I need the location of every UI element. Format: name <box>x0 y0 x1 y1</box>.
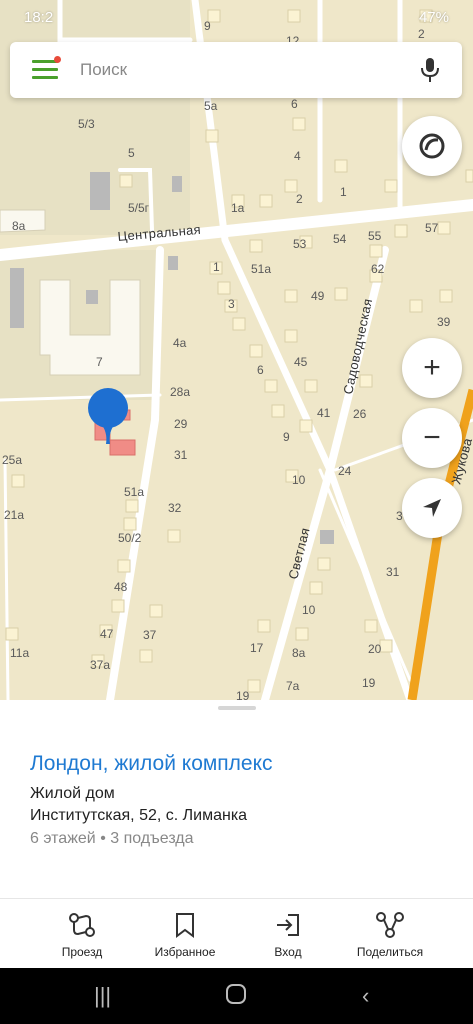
menu-icon[interactable] <box>32 56 61 82</box>
svg-text:57: 57 <box>425 221 439 235</box>
favorites-label: Избранное <box>154 945 216 959</box>
recents-icon[interactable]: ||| <box>94 983 111 1009</box>
favorites-button[interactable]: Избранное <box>130 899 240 969</box>
svg-text:45: 45 <box>294 355 308 369</box>
svg-text:17: 17 <box>250 641 264 655</box>
svg-text:24: 24 <box>338 464 352 478</box>
svg-text:26: 26 <box>353 407 367 421</box>
svg-text:51a: 51a <box>251 262 271 276</box>
back-icon[interactable]: ‹ <box>362 983 369 1009</box>
svg-text:11a: 11a <box>10 646 29 660</box>
entrance-button[interactable]: Вход <box>233 899 343 969</box>
layers-button[interactable] <box>402 116 462 176</box>
svg-text:7: 7 <box>96 355 103 369</box>
my-location-button[interactable] <box>402 478 462 538</box>
svg-text:4a: 4a <box>173 336 187 350</box>
share-label: Поделиться <box>356 945 424 959</box>
status-battery: 47% <box>418 9 449 26</box>
svg-text:47: 47 <box>100 627 114 641</box>
svg-text:41: 41 <box>317 406 331 420</box>
svg-text:51a: 51a <box>124 485 144 499</box>
route-button[interactable]: Проезд <box>27 899 137 969</box>
svg-text:3: 3 <box>228 297 235 311</box>
svg-text:1a: 1a <box>231 201 245 215</box>
svg-text:2: 2 <box>296 192 303 206</box>
svg-text:31: 31 <box>386 565 400 579</box>
svg-text:5: 5 <box>128 146 135 160</box>
svg-text:10: 10 <box>302 603 316 617</box>
place-title[interactable]: Лондон, жилой комплекс <box>30 752 273 776</box>
map-view[interactable]: Центральная Садоводческая Светлая Жукова… <box>0 0 473 700</box>
svg-text:39: 39 <box>437 315 451 329</box>
zoom-out-button[interactable]: − <box>402 408 462 468</box>
svg-text:7a: 7a <box>286 679 300 693</box>
svg-text:48: 48 <box>114 580 128 594</box>
svg-text:5/3: 5/3 <box>78 117 95 131</box>
svg-text:62: 62 <box>371 262 385 276</box>
action-bar: Проезд Избранное Вход Поделиться <box>0 898 473 969</box>
svg-text:10: 10 <box>292 473 306 487</box>
svg-text:49: 49 <box>311 289 325 303</box>
svg-text:5/5г: 5/5г <box>128 201 150 215</box>
bookmark-icon <box>176 913 194 938</box>
svg-text:28a: 28a <box>170 385 190 399</box>
svg-text:5a: 5a <box>204 99 218 113</box>
navigation-arrow-icon <box>423 499 441 517</box>
svg-text:32: 32 <box>168 501 182 515</box>
microphone-icon[interactable] <box>420 56 440 89</box>
svg-text:6: 6 <box>257 363 264 377</box>
minus-icon: − <box>423 421 441 454</box>
svg-text:55: 55 <box>368 229 382 243</box>
svg-text:19: 19 <box>362 676 376 690</box>
svg-text:1: 1 <box>340 185 347 199</box>
svg-text:8a: 8a <box>292 646 306 660</box>
svg-text:6: 6 <box>291 97 298 111</box>
zoom-in-button[interactable]: + <box>402 338 462 398</box>
route-icon <box>69 913 95 937</box>
svg-text:37a: 37a <box>90 658 110 672</box>
svg-text:29: 29 <box>174 417 188 431</box>
svg-text:19: 19 <box>236 689 250 700</box>
svg-text:50/2: 50/2 <box>118 531 142 545</box>
svg-text:21a: 21a <box>4 508 24 522</box>
svg-text:20: 20 <box>368 642 382 656</box>
compass-icon <box>419 133 445 159</box>
svg-text:31: 31 <box>174 448 188 462</box>
svg-text:53: 53 <box>293 237 307 251</box>
drag-handle[interactable] <box>218 706 256 710</box>
entrance-icon <box>277 914 299 936</box>
svg-text:1: 1 <box>213 260 220 274</box>
svg-text:9: 9 <box>283 430 290 444</box>
svg-text:4: 4 <box>294 149 301 163</box>
place-details: 6 этажей • 3 подъезда <box>30 830 194 847</box>
status-bar: 18:2 47% <box>0 0 473 36</box>
home-icon[interactable] <box>225 983 247 1011</box>
plus-icon: + <box>423 351 441 384</box>
share-button[interactable]: Поделиться <box>335 899 445 969</box>
svg-text:54: 54 <box>333 232 347 246</box>
place-card[interactable]: Лондон, жилой комплекс Жилой дом Институ… <box>0 700 473 898</box>
place-type: Жилой дом <box>30 785 115 802</box>
share-icon <box>376 912 404 938</box>
location-pin-icon[interactable] <box>86 388 130 444</box>
svg-text:8a: 8a <box>12 219 26 233</box>
notification-dot <box>54 56 61 63</box>
place-address: Институтская, 52, с. Лиманка <box>30 807 248 824</box>
status-time: 18:2 <box>24 9 54 26</box>
svg-text:25a: 25a <box>2 453 22 467</box>
svg-text:37: 37 <box>143 628 157 642</box>
map-canvas: Центральная Садоводческая Светлая Жукова… <box>0 0 473 700</box>
route-label: Проезд <box>61 945 103 959</box>
search-bar[interactable]: Поиск <box>10 42 462 98</box>
system-nav-bar: ||| ‹ <box>0 968 473 1024</box>
search-input[interactable]: Поиск <box>80 60 127 80</box>
entrance-label: Вход <box>274 945 302 959</box>
